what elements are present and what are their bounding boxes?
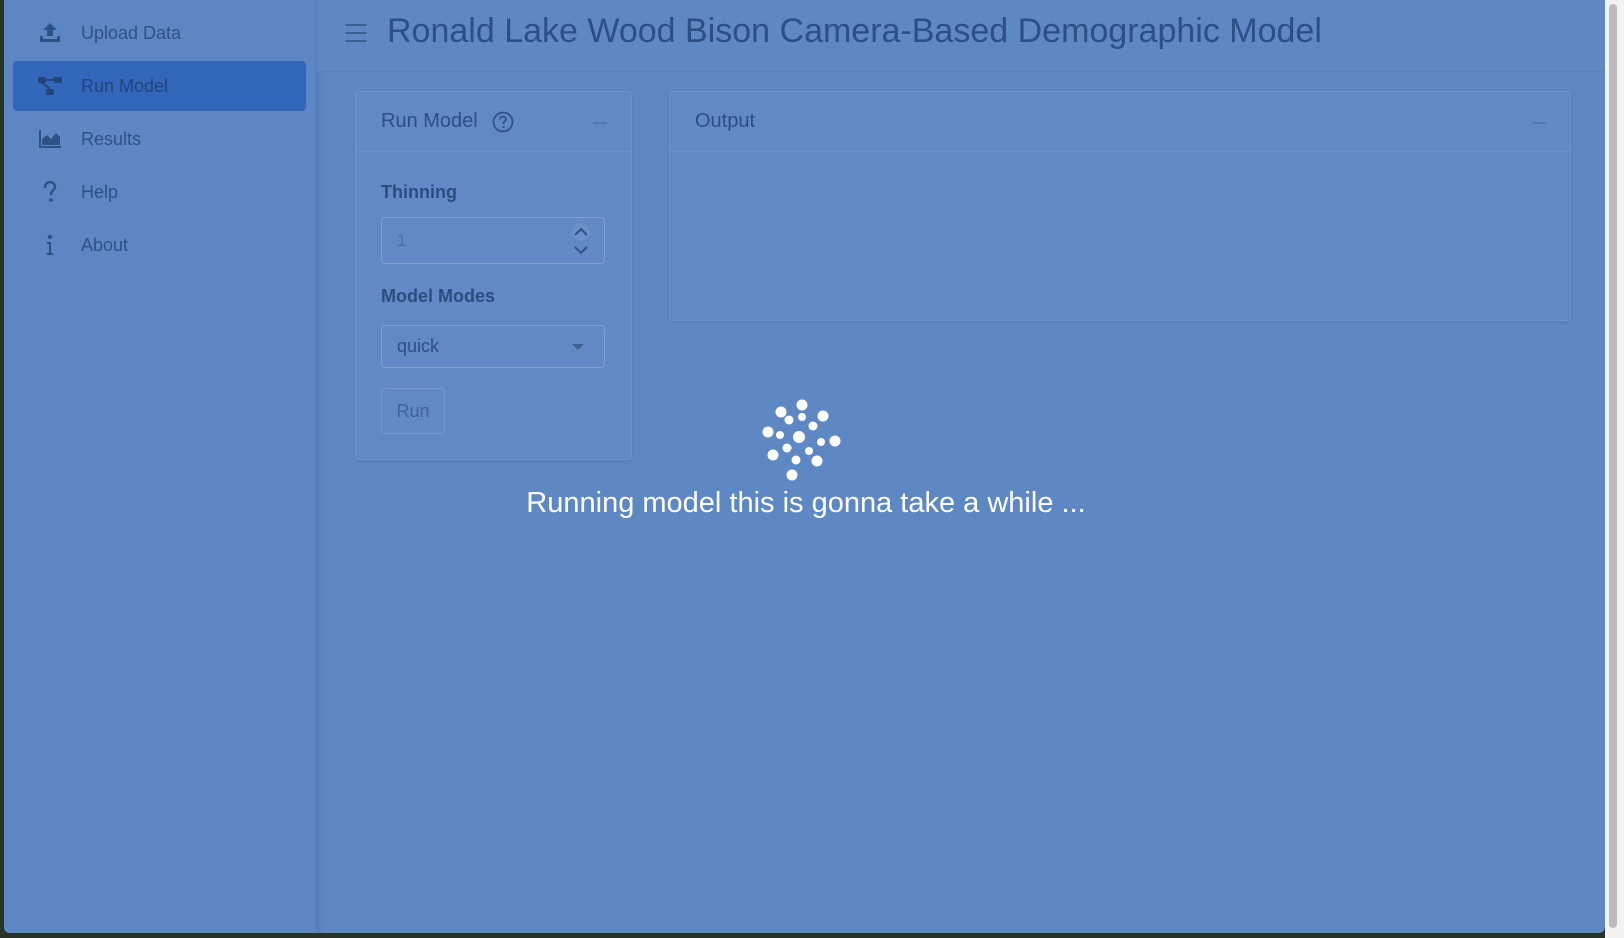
loading-spinner-icon [759, 399, 849, 485]
thinning-value: 1 [397, 230, 407, 250]
output-card-title: Output [695, 110, 756, 132]
run-model-card-header: Run Model [356, 92, 631, 152]
run-model-card: Run Model Thinning 1 Model Modes quick R… [355, 91, 632, 460]
info-icon [37, 232, 63, 258]
sidebar-item-label: Results [81, 128, 142, 149]
sidebar-item-label: About [81, 234, 129, 255]
screen-frame: Upload Data Run Model Results Help About… [0, 0, 1624, 938]
model-modes-label: Model Modes [381, 286, 496, 306]
caret-down-icon [572, 344, 584, 350]
sidebar-item-upload-data[interactable]: Upload Data [13, 8, 306, 58]
run-model-card-title: Run Model [381, 110, 478, 132]
output-card: Output [669, 91, 1571, 321]
question-circle-icon[interactable] [492, 111, 514, 133]
collapse-button[interactable] [593, 122, 607, 124]
output-card-header: Output [670, 92, 1570, 152]
sidebar-item-help[interactable]: Help [13, 167, 306, 217]
scrollbar-thumb[interactable] [1609, 4, 1617, 928]
area-chart-icon [37, 126, 63, 152]
run-button[interactable]: Run [381, 388, 445, 434]
sidebar-item-label: Run Model [81, 75, 169, 96]
upload-icon [37, 20, 63, 46]
sidebar-item-results[interactable]: Results [13, 114, 306, 164]
model-modes-selected: quick [397, 336, 440, 356]
thinning-label: Thinning [381, 182, 457, 202]
sidebar-item-about[interactable]: About [13, 220, 306, 270]
sidebar-item-run-model[interactable]: Run Model [13, 61, 306, 111]
header: Ronald Lake Wood Bison Camera-Based Demo… [317, 0, 1605, 72]
thinning-input[interactable]: 1 [381, 217, 605, 264]
number-stepper[interactable] [568, 222, 594, 260]
loading-message: Running model this is gonna take a while… [526, 487, 1086, 519]
project-diagram-icon [37, 73, 63, 99]
app-window: Upload Data Run Model Results Help About… [4, 0, 1605, 933]
sidebar: Upload Data Run Model Results Help About [4, 0, 317, 933]
question-icon [37, 179, 63, 205]
collapse-button[interactable] [1532, 122, 1546, 124]
sidebar-item-label: Upload Data [81, 22, 182, 43]
hamburger-menu-icon[interactable] [345, 24, 367, 44]
sidebar-item-label: Help [81, 181, 119, 202]
model-modes-select[interactable]: quick [381, 325, 605, 368]
page-title: Ronald Lake Wood Bison Camera-Based Demo… [387, 12, 1322, 50]
